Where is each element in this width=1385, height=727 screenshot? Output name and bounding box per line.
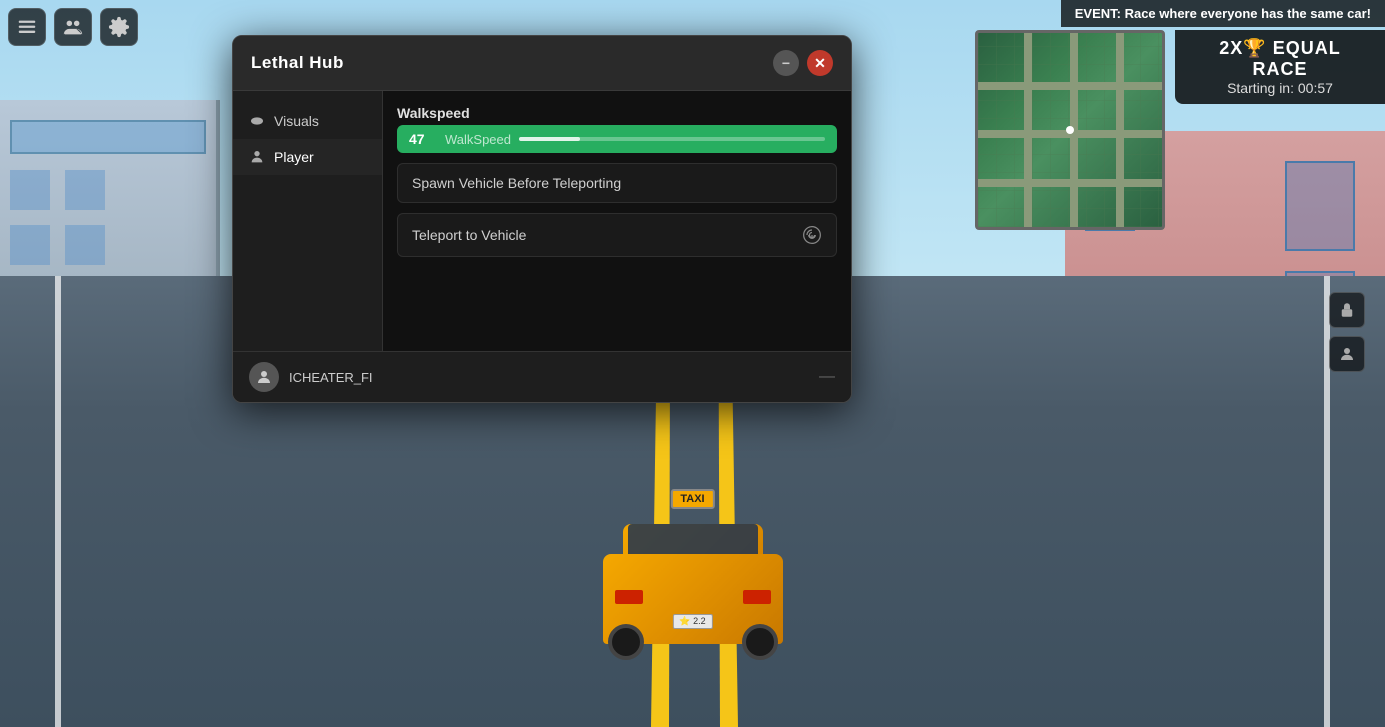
footer-avatar-icon: [255, 368, 273, 386]
event-badge: 2X🏆 EQUAL RACE Starting in: 00:57: [1175, 30, 1385, 104]
lock-icon: [1338, 301, 1356, 319]
minimap-road-v1: [1024, 33, 1032, 227]
taxi-sign: TAXI: [670, 489, 714, 509]
settings-icon-button[interactable]: [100, 8, 138, 46]
sidebar-item-visuals[interactable]: Visuals: [233, 103, 382, 139]
minimap: [975, 30, 1165, 230]
eye-icon: [249, 113, 265, 129]
walkspeed-label: Walkspeed: [397, 105, 837, 121]
top-left-icons: [8, 8, 138, 46]
footer-avatar: [249, 362, 279, 392]
modal-footer: ICHEATER_FI —: [233, 351, 851, 402]
sidebar-item-player[interactable]: Player: [233, 139, 382, 175]
tail-light-right: [743, 590, 771, 604]
spawn-vehicle-toggle-row[interactable]: Spawn Vehicle Before Teleporting: [397, 163, 837, 203]
taxi-tail-lights: [615, 590, 771, 604]
taxi-car: TAXI ⭐ 2.2: [593, 494, 793, 654]
avatar-icon-button[interactable]: [1329, 336, 1365, 372]
tail-light-left: [615, 590, 643, 604]
modal-controls: − ✕: [773, 50, 833, 76]
modal-header: Lethal Hub − ✕: [233, 36, 851, 91]
taxi-wheels: [593, 634, 793, 654]
modal-body: Visuals Player Walkspeed 47 WalkSpeed: [233, 91, 851, 351]
wheel-left: [608, 624, 644, 660]
road-edge-left: [55, 276, 61, 727]
walkspeed-unit-label: WalkSpeed: [445, 132, 511, 147]
sidebar-label-visuals: Visuals: [274, 113, 319, 129]
menu-icon-button[interactable]: [8, 8, 46, 46]
players-icon-button[interactable]: [54, 8, 92, 46]
walkspeed-section: Walkspeed 47 WalkSpeed: [397, 105, 837, 153]
menu-icon: [16, 16, 38, 38]
modal-main: Walkspeed 47 WalkSpeed Spawn Vehicle Bef…: [383, 91, 851, 351]
bottom-right-icons: [1329, 292, 1365, 372]
settings-icon: [108, 16, 130, 38]
modal-title: Lethal Hub: [251, 53, 344, 73]
teleport-vehicle-label: Teleport to Vehicle: [412, 227, 526, 243]
avatar-icon: [1338, 345, 1356, 363]
wheel-right: [742, 624, 778, 660]
event-text: EVENT: Race where everyone has the same …: [1075, 6, 1371, 21]
close-button[interactable]: ✕: [807, 50, 833, 76]
minimap-road-v3: [1116, 33, 1124, 227]
lethal-hub-modal: Lethal Hub − ✕ Visuals Player: [232, 35, 852, 403]
event-timer: Starting in: 00:57: [1189, 80, 1371, 96]
footer-username: ICHEATER_FI: [289, 370, 373, 385]
person-icon: [249, 149, 265, 165]
lock-icon-button[interactable]: [1329, 292, 1365, 328]
fingerprint-icon: [802, 225, 822, 245]
event-race-title: 2X🏆 EQUAL RACE: [1189, 38, 1371, 80]
modal-sidebar: Visuals Player: [233, 91, 383, 351]
spawn-vehicle-label: Spawn Vehicle Before Teleporting: [412, 175, 621, 191]
footer-dash: —: [819, 368, 835, 386]
players-icon: [62, 16, 84, 38]
walkspeed-bar-fill: [519, 137, 580, 141]
sidebar-label-player: Player: [274, 149, 314, 165]
minimap-player-dot: [1066, 126, 1074, 134]
taxi-plate: ⭐ 2.2: [672, 614, 712, 629]
event-bar: EVENT: Race where everyone has the same …: [1061, 0, 1385, 27]
walkspeed-value: 47: [409, 131, 437, 147]
teleport-vehicle-toggle-row[interactable]: Teleport to Vehicle: [397, 213, 837, 257]
walkspeed-bar: [519, 137, 825, 141]
minimize-button[interactable]: −: [773, 50, 799, 76]
walkspeed-input-row[interactable]: 47 WalkSpeed: [397, 125, 837, 153]
